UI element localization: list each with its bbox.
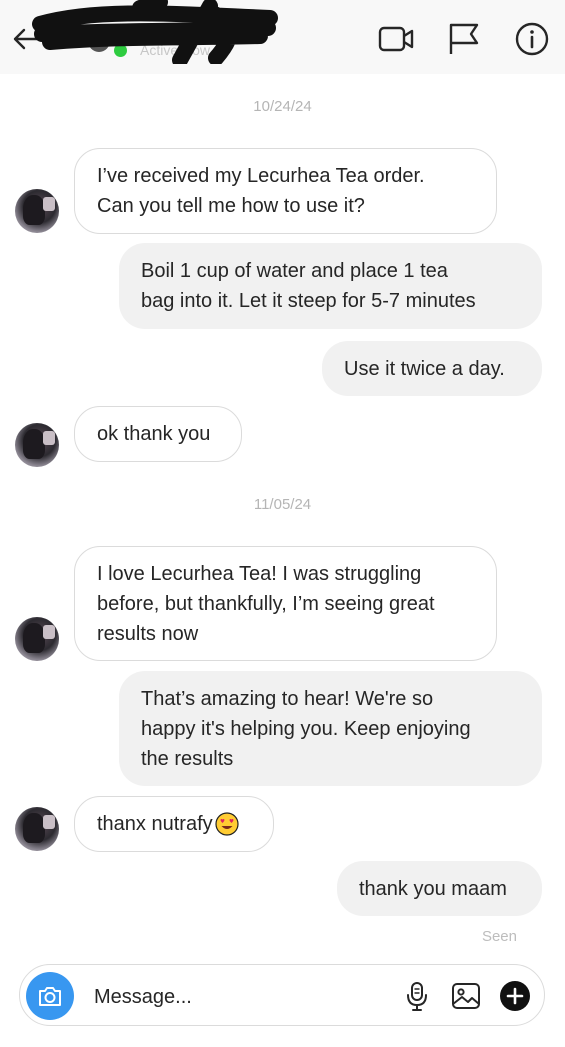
- message-text: I love Lecurhea Tea! I was struggling be…: [97, 562, 435, 645]
- message-text: Boil 1 cup of water and place 1 tea bag …: [141, 260, 476, 312]
- message-composer: [19, 964, 545, 1026]
- message-text: Use it twice a day.: [344, 357, 505, 380]
- incoming-message[interactable]: thanx nutrafy: [74, 796, 274, 852]
- message-input[interactable]: [92, 979, 376, 1015]
- date-separator: 10/24/24: [253, 98, 312, 115]
- message-text: thank you maam: [359, 877, 507, 900]
- outgoing-message[interactable]: thank you maam: [337, 861, 542, 916]
- incoming-message[interactable]: I love Lecurhea Tea! I was struggling be…: [74, 546, 497, 661]
- contact-avatar[interactable]: [15, 189, 59, 233]
- date-separator: 11/05/24: [253, 496, 312, 513]
- outgoing-message[interactable]: Use it twice a day.: [322, 341, 542, 396]
- outgoing-message[interactable]: Boil 1 cup of water and place 1 tea bag …: [119, 243, 542, 329]
- outgoing-message[interactable]: That’s amazing to hear! We're so happy i…: [119, 671, 542, 786]
- incoming-message[interactable]: ok thank you: [74, 406, 242, 462]
- plus-icon[interactable]: [499, 980, 531, 1012]
- contact-avatar[interactable]: [15, 807, 59, 851]
- image-icon[interactable]: [450, 980, 482, 1012]
- camera-button[interactable]: [26, 972, 74, 1020]
- incoming-message[interactable]: I’ve received my Lecurhea Tea order. Can…: [74, 148, 497, 234]
- contact-avatar[interactable]: [15, 423, 59, 467]
- contact-avatar[interactable]: [15, 617, 59, 661]
- message-text: ok thank you: [97, 423, 211, 445]
- message-text: I’ve received my Lecurhea Tea order. Can…: [97, 165, 425, 217]
- chat-header: Active Now: [0, 0, 565, 74]
- info-icon[interactable]: [514, 22, 550, 56]
- camera-icon: [39, 987, 61, 1006]
- flag-icon[interactable]: [446, 22, 482, 56]
- video-call-icon[interactable]: [378, 22, 414, 56]
- message-text: That’s amazing to hear! We're so happy i…: [141, 687, 471, 770]
- microphone-icon[interactable]: [401, 980, 433, 1012]
- redaction-scribble: [32, 0, 278, 64]
- heart-eyes-emoji-icon: [215, 812, 239, 836]
- seen-indicator: Seen: [481, 928, 517, 945]
- message-text: thanx nutrafy: [97, 813, 213, 835]
